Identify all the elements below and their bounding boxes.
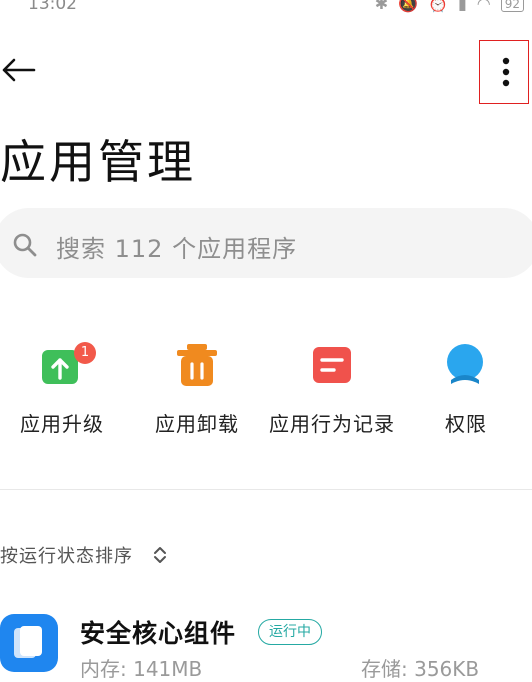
back-button[interactable] [0, 52, 40, 88]
more-vertical-icon [502, 57, 510, 87]
search-placeholder: 搜索 112 个应用程序 [56, 235, 298, 263]
sort-by-status-button[interactable]: 按运行状态排序 [0, 542, 133, 568]
action-label: 应用卸载 [155, 412, 239, 436]
app-name: 安全核心组件 [80, 619, 237, 648]
signal-icon: ▮ [457, 0, 467, 13]
action-label: 权限 [445, 412, 487, 436]
action-label: 应用行为记录 [269, 412, 395, 436]
app-memory: 内存: 141MB [80, 657, 203, 681]
arrow-left-icon [2, 58, 36, 82]
record-icon [313, 347, 351, 383]
status-icons: ✱ 🔕 ⏰ ▮ ◠ 92 [375, 0, 524, 13]
wifi-icon: ◠ [476, 0, 491, 13]
sort-toggle-icon[interactable] [153, 546, 167, 564]
action-label: 应用升级 [20, 412, 104, 436]
search-icon [13, 233, 37, 257]
app-storage: 存储: 356KB [361, 657, 480, 681]
alarm-icon: ⏰ [428, 0, 448, 13]
status-badge: 运行中 [258, 619, 322, 645]
bluetooth-icon: ✱ [374, 0, 389, 13]
trash-icon [177, 344, 217, 386]
upgrade-badge: 1 [74, 342, 96, 364]
more-options-button[interactable] [479, 40, 529, 104]
status-time: 13:02 [28, 0, 77, 14]
page-title: 应用管理 [0, 135, 196, 189]
battery-icon: 92 [500, 0, 524, 12]
permission-icon [447, 344, 483, 384]
mute-icon: 🔕 [398, 0, 419, 13]
security-core-icon [14, 626, 42, 658]
section-divider [0, 489, 532, 490]
app-icon [0, 614, 58, 672]
